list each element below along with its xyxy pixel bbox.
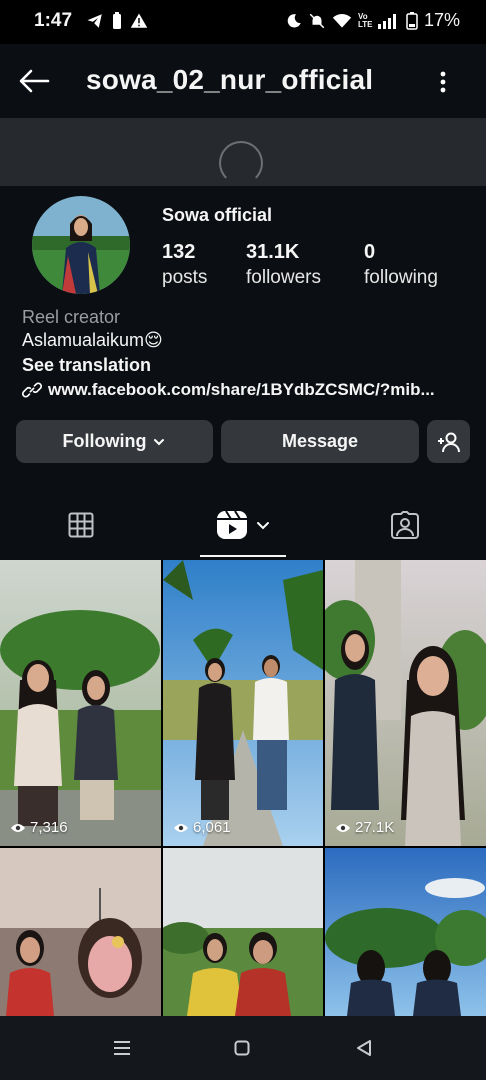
battery-percent: 17% — [423, 10, 460, 30]
tagged-person-icon — [391, 511, 419, 539]
view-count-text: 27.1K — [355, 819, 395, 836]
reel-thumbnail[interactable]: 7,316 — [0, 560, 161, 846]
profile-category: Reel creator — [22, 307, 121, 327]
battery-icon — [406, 11, 418, 30]
following-count: 0 — [364, 241, 376, 263]
tab-grid[interactable] — [40, 500, 122, 550]
tab-reels[interactable] — [200, 500, 286, 550]
telegram-icon — [87, 14, 102, 28]
posts-label: posts — [162, 267, 208, 288]
tab-tagged[interactable] — [364, 500, 446, 550]
status-right-icons: Vo LTE 17% — [286, 10, 460, 31]
view-count: 7,316 — [10, 819, 68, 836]
add-user-icon — [437, 432, 460, 452]
followers-count: 31.1K — [246, 241, 300, 263]
home-button[interactable] — [230, 1036, 254, 1060]
back-button[interactable] — [14, 56, 54, 106]
reel-thumbnail[interactable]: 6,061 — [163, 560, 323, 846]
moon-icon — [287, 13, 301, 27]
reels-icon — [217, 510, 247, 539]
chevron-down-icon — [257, 522, 269, 530]
see-translation-link[interactable]: See translation — [22, 355, 151, 376]
link-icon — [22, 382, 42, 398]
arrow-left-icon — [19, 69, 50, 93]
message-button-label: Message — [281, 431, 359, 451]
eye-icon — [336, 823, 350, 832]
back-nav-button[interactable] — [352, 1036, 376, 1060]
wifi-icon — [332, 13, 352, 28]
avatar[interactable] — [32, 196, 130, 294]
following-label: following — [364, 267, 438, 288]
reel-thumbnail[interactable] — [163, 848, 323, 1016]
followers-label: followers — [246, 267, 321, 288]
more-options-button[interactable] — [430, 60, 456, 104]
active-tab-indicator — [200, 555, 286, 557]
profile-bio: Aslamualaikum😌 — [22, 330, 163, 350]
menu-lines-icon — [114, 1041, 130, 1055]
posts-count: 132 — [162, 241, 196, 263]
chevron-down-icon — [154, 438, 165, 445]
more-vertical-icon — [440, 71, 446, 93]
followers-stat[interactable]: 31.1K followers — [246, 240, 321, 290]
volte-label: Vo LTE — [357, 11, 373, 29]
warning-icon — [130, 13, 148, 28]
display-name: Sowa official — [162, 205, 273, 225]
home-square-icon — [234, 1040, 250, 1056]
signal-icon — [377, 13, 396, 29]
reel-thumbnail[interactable] — [325, 848, 486, 1016]
message-button[interactable]: Message — [221, 420, 419, 463]
status-notification-icons — [86, 12, 148, 30]
view-count: 6,061 — [173, 819, 231, 836]
triangle-back-icon — [357, 1040, 371, 1056]
posts-stat[interactable]: 132 posts — [162, 240, 207, 290]
view-count-text: 7,316 — [30, 819, 68, 836]
profile-username: sowa_02_nur_official — [86, 64, 374, 95]
recent-apps-button[interactable] — [110, 1036, 134, 1060]
mute-bell-icon — [309, 13, 325, 28]
battery-saver-icon — [113, 12, 121, 29]
following-stat[interactable]: 0 following — [364, 240, 438, 290]
eye-icon — [11, 823, 25, 832]
profile-link[interactable]: www.facebook.com/share/1BYdbZCSMC/?mib..… — [22, 380, 435, 400]
view-count-text: 6,061 — [193, 819, 231, 836]
loading-spinner-icon — [219, 141, 263, 179]
following-button-label: Following — [62, 431, 147, 451]
view-count: 27.1K — [335, 819, 394, 836]
grid-icon — [68, 512, 94, 538]
reel-thumbnail[interactable]: 27.1K — [325, 560, 486, 846]
status-time: 1:47 — [34, 10, 73, 31]
reel-thumbnail[interactable] — [0, 848, 161, 1016]
following-button[interactable]: Following — [16, 420, 213, 463]
suggested-users-button[interactable] — [427, 420, 470, 463]
eye-icon — [174, 823, 188, 832]
profile-link-text: www.facebook.com/share/1BYdbZCSMC/?mib..… — [48, 380, 435, 399]
